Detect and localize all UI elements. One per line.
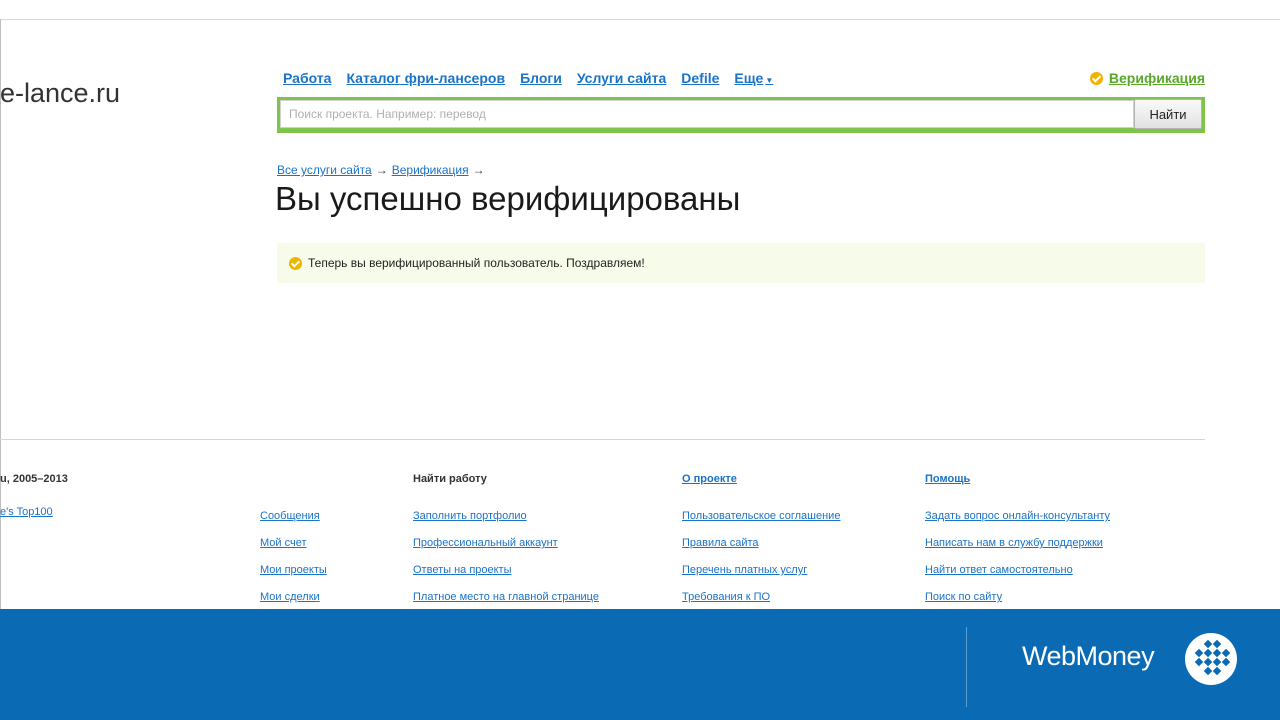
nav-more-label: Еще <box>734 70 764 86</box>
caret-down-icon: ▼ <box>765 76 774 85</box>
footer-heading-about[interactable]: О проекте <box>682 473 737 485</box>
nav-item-catalog[interactable]: Каталог фри-лансеров <box>346 70 505 86</box>
webmoney-globe-icon <box>1185 633 1237 685</box>
footer-link-ask-consultant[interactable]: Задать вопрос онлайн-консультанту <box>925 510 1110 522</box>
footer-link-site-search[interactable]: Поиск по сайту <box>925 591 1002 603</box>
footer-link-self-help[interactable]: Найти ответ самостоятельно <box>925 564 1073 576</box>
breadcrumb-all-services[interactable]: Все услуги сайта <box>277 163 372 177</box>
footer-copyright: u, 2005–2013 <box>0 473 68 485</box>
footer-link-user-agreement[interactable]: Пользовательское соглашение <box>682 510 840 522</box>
search-button[interactable]: Найти <box>1134 99 1202 129</box>
webmoney-banner: WebMoney <box>0 609 1280 720</box>
nav-item-defile[interactable]: Defile <box>681 70 719 86</box>
nav-more-dropdown[interactable]: Еще ▼ <box>734 70 773 86</box>
footer-link-paid-place[interactable]: Платное место на главной странице <box>413 591 599 603</box>
footer-link-my-deals[interactable]: Мои сделки <box>260 591 320 603</box>
check-badge-icon <box>1089 71 1103 85</box>
banner-divider <box>966 627 967 707</box>
verification-link-label: Верификация <box>1108 70 1205 86</box>
breadcrumb-separator: → <box>375 163 388 177</box>
footer-top100-link[interactable]: e's Top100 <box>0 506 53 518</box>
breadcrumb: Все услуги сайта → Верификация → <box>277 163 489 177</box>
footer-link-support[interactable]: Написать нам в службу поддержки <box>925 537 1103 549</box>
page-title: Вы успешно верифицированы <box>275 180 741 217</box>
success-message: Теперь вы верифицированный пользователь.… <box>308 256 645 270</box>
footer-link-paid-services[interactable]: Перечень платных услуг <box>682 564 807 576</box>
nav-item-services[interactable]: Услуги сайта <box>577 70 666 86</box>
footer-link-site-rules[interactable]: Правила сайта <box>682 537 759 549</box>
nav-item-rabota[interactable]: Работа <box>283 70 331 86</box>
footer-link-pro-account[interactable]: Профессиональный аккаунт <box>413 537 558 549</box>
footer-link-my-account[interactable]: Мой счет <box>260 537 307 549</box>
breadcrumb-separator: → <box>472 163 485 177</box>
check-badge-icon <box>289 256 302 270</box>
footer-link-my-projects[interactable]: Мои проекты <box>260 564 327 576</box>
footer-link-messages[interactable]: Сообщения <box>260 510 320 522</box>
breadcrumb-verification[interactable]: Верификация <box>392 163 469 177</box>
footer-link-software-req[interactable]: Требования к ПО <box>682 591 770 603</box>
nav-item-blogs[interactable]: Блоги <box>520 70 562 86</box>
search-input[interactable] <box>280 100 1134 128</box>
footer-link-answers[interactable]: Ответы на проекты <box>413 564 512 576</box>
top-navigation: Работа Каталог фри-лансеров Блоги Услуги… <box>283 68 773 88</box>
webmoney-brand-text: WebMoney <box>1022 641 1155 671</box>
search-bar: Найти <box>277 97 1205 133</box>
verification-link[interactable]: Верификация <box>1089 68 1205 88</box>
footer-heading-find-work: Найти работу <box>413 473 487 485</box>
site-logo[interactable]: e-lance.ru <box>0 78 120 109</box>
success-notice: Теперь вы верифицированный пользователь.… <box>277 243 1205 283</box>
footer-heading-help[interactable]: Помощь <box>925 473 970 485</box>
footer-link-portfolio[interactable]: Заполнить портфолио <box>413 510 527 522</box>
top-divider <box>0 19 1280 20</box>
footer-divider <box>0 439 1205 440</box>
